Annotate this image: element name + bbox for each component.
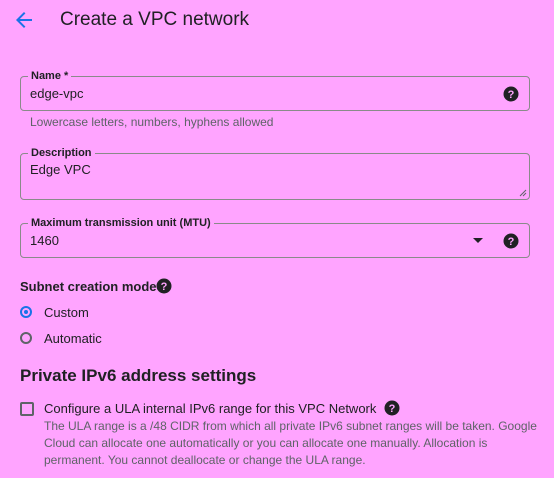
radio-unchecked-icon[interactable] [20, 332, 32, 344]
mtu-select[interactable]: 1460 [30, 233, 59, 248]
radio-automatic[interactable]: Automatic [20, 329, 102, 347]
help-icon[interactable]: ? [384, 400, 400, 416]
subnet-mode-label: Subnet creation mode [20, 279, 157, 294]
mtu-field-label: Maximum transmission unit (MTU) [28, 216, 214, 230]
svg-text:?: ? [508, 236, 515, 248]
description-field[interactable]: Description Edge VPC [20, 146, 530, 200]
ula-description: The ULA range is a /48 CIDR from which a… [44, 419, 537, 467]
radio-custom[interactable]: Custom [20, 303, 89, 321]
svg-text:?: ? [508, 89, 515, 101]
dropdown-arrow-icon[interactable] [473, 238, 483, 243]
description-field-label: Description [28, 146, 95, 160]
radio-custom-label: Custom [44, 304, 89, 320]
mtu-field[interactable]: Maximum transmission unit (MTU) 1460 ? [20, 216, 530, 258]
svg-text:?: ? [161, 281, 168, 293]
name-field[interactable]: Name * edge-vpc ? [20, 69, 530, 111]
help-icon[interactable]: ? [503, 86, 519, 102]
name-field-label: Name * [28, 69, 72, 83]
arrow-back-icon [16, 12, 32, 28]
ula-checkbox-label: Configure a ULA internal IPv6 range for … [44, 401, 377, 416]
resize-handle-icon[interactable] [518, 188, 527, 197]
ipv6-section-heading: Private IPv6 address settings [20, 366, 257, 385]
help-icon[interactable]: ? [503, 233, 519, 249]
radio-automatic-label: Automatic [44, 330, 102, 346]
description-textarea[interactable]: Edge VPC [30, 162, 91, 177]
back-button[interactable] [12, 8, 36, 32]
name-input[interactable]: edge-vpc [30, 86, 83, 101]
svg-text:?: ? [389, 403, 396, 415]
name-hint: Lowercase letters, numbers, hyphens allo… [30, 115, 274, 129]
help-icon[interactable]: ? [156, 278, 172, 294]
radio-checked-icon[interactable] [20, 306, 32, 318]
ula-checkbox[interactable] [20, 402, 34, 416]
page-title: Create a VPC network [60, 9, 250, 30]
